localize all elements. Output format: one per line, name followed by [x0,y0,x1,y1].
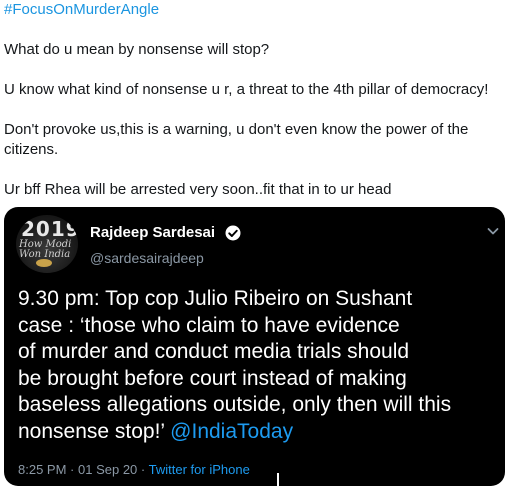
tweet-source-link[interactable]: Twitter for iPhone [149,462,250,477]
quoted-tweet-text: 9.30 pm: Top cop Julio Ribeiro on Sushan… [18,286,502,446]
chevron-down-icon[interactable] [486,224,500,238]
avatar-mark [36,259,52,267]
quoted-text-fragment: nonsense stop!’ [18,419,165,443]
meta-separator: · [70,462,75,477]
reply-paragraph: Don't provoke us,this is a warning, u do… [4,121,469,138]
avatar[interactable]: 2019 How Modi Won India [16,215,78,273]
meta-separator: · [140,462,146,477]
quoted-text-line: of murder and conduct media trials shoul… [18,340,410,364]
tweet-metadata: 8:25 PM · 01 Sep 20 · Twitter for iPhone [18,462,250,477]
text-cursor [277,473,279,486]
tweet-time[interactable]: 8:25 PM [18,462,66,477]
quoted-text-line: case : ‘those who claim to have evidence [18,313,400,337]
hashtag-link[interactable]: #FocusOnMurderAngle [4,1,159,18]
reply-paragraph: citizens. [4,141,59,158]
author-display-name[interactable]: Rajdeep Sardesai [90,224,215,241]
quoted-tweet-card[interactable]: 2019 How Modi Won India Rajdeep Sardesai… [4,207,505,486]
quoted-text-line: be brought before court instead of makin… [18,366,407,390]
reply-paragraph: Ur bff Rhea will be arrested very soon..… [4,181,392,198]
author-handle[interactable]: @sardesairajdeep [90,250,204,266]
verified-badge-icon [225,225,241,241]
avatar-subtitle: How Modi Won India [19,239,72,260]
quoted-text-line: baseless allegations outside, only then … [18,393,452,417]
reply-paragraph: What do u mean by nonsense will stop? [4,41,270,58]
quoted-text-line-last: nonsense stop!’ @IndiaToday [18,419,502,446]
avatar-year: 2019 [21,217,78,241]
quoted-text-line: 9.30 pm: Top cop Julio Ribeiro on Sushan… [18,287,413,310]
reply-paragraph: U know what kind of nonsense u r, a thre… [4,81,489,98]
tweet-date[interactable]: 01 Sep 20 [78,462,137,477]
mention-link[interactable]: @IndiaToday [170,420,293,443]
